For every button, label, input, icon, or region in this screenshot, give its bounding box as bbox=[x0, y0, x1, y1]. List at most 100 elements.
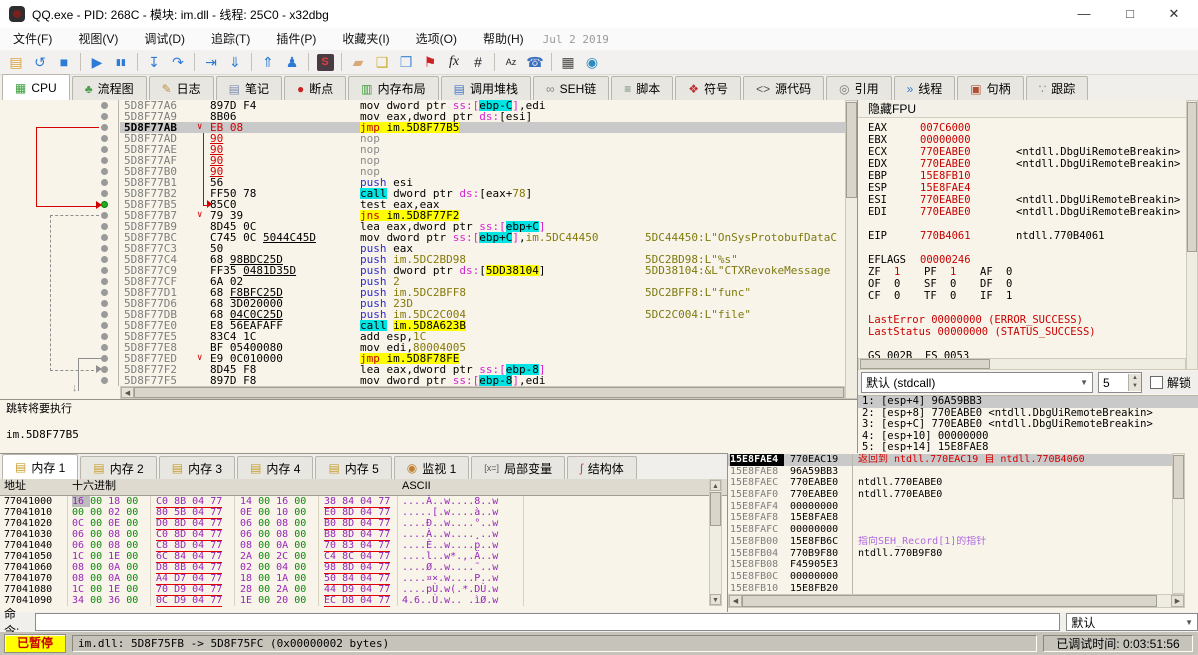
close-button[interactable]: ■ bbox=[52, 52, 76, 73]
tab-dump-5[interactable]: ▤ 内存 5 bbox=[315, 456, 392, 479]
breakpoint-slot-dot[interactable] bbox=[101, 157, 108, 164]
settings-button[interactable]: S bbox=[313, 52, 337, 73]
stack-row[interactable]: 15E8FB0C 00000000 bbox=[728, 571, 1185, 583]
dump-header-ascii[interactable]: ASCII bbox=[402, 479, 431, 495]
stack-row[interactable]: 15E8FB00 15E8FB6C 指向SEH_Record[1]的指针 bbox=[728, 536, 1185, 548]
close-window-button[interactable]: ✕ bbox=[1152, 0, 1196, 28]
functions-button[interactable]: fx bbox=[442, 52, 466, 73]
breakpoint-dot[interactable] bbox=[101, 201, 108, 208]
menu-item-D[interactable]: 调试(D) bbox=[131, 28, 198, 50]
breakpoint-slot-dot[interactable] bbox=[101, 344, 108, 351]
arguments-list[interactable]: 1: [esp+4] 96A59BB3 2: [esp+8] 770EABE0 <… bbox=[858, 395, 1198, 453]
open-file-button[interactable]: ▤ bbox=[4, 52, 28, 73]
tab-handles[interactable]: ▣ 句柄 bbox=[957, 76, 1024, 100]
tab-dump-2[interactable]: ▤ 内存 2 bbox=[80, 456, 157, 479]
breakpoint-slot-dot[interactable] bbox=[101, 289, 108, 296]
scroll-right-button[interactable]: ▶ bbox=[1171, 595, 1184, 607]
register-row[interactable]: EDI 770EABE0 <ntdll.DbgUiRemoteBreakin> bbox=[858, 206, 1184, 218]
breakpoint-slot-dot[interactable] bbox=[101, 135, 108, 142]
registers-hscrollbar[interactable] bbox=[858, 358, 1186, 370]
scroll-left-button[interactable]: ◀ bbox=[121, 387, 134, 398]
register-row[interactable]: EBP 15E8FB10 bbox=[858, 170, 1184, 182]
stack-row[interactable]: 15E8FAFC 00000000 bbox=[728, 524, 1185, 536]
dump-row[interactable]: 77041050 1C 00 1E 00 6C 84 04 77 2A 00 2C 0… bbox=[0, 551, 707, 563]
tab-log[interactable]: ✎ 日志 bbox=[148, 76, 214, 100]
memory-dump-panel[interactable]: 地址 十六进制 ASCII 77041000 16 00 18 00 C0 8B 0… bbox=[0, 479, 727, 612]
stack-vscroll-thumb[interactable] bbox=[1173, 455, 1184, 499]
register-row[interactable]: ESP 15E8FAE4 bbox=[858, 182, 1184, 194]
dump-row[interactable]: 77041000 16 00 18 00 C0 8B 04 77 14 00 16 0… bbox=[0, 496, 707, 508]
stack-row[interactable]: 15E8FAE4 770EAC19 返回到 ntdll.770EAC19 自 ntd… bbox=[728, 454, 1185, 466]
register-row[interactable]: LastStatus 00000000 (STATUS_SUCCESS) bbox=[858, 326, 1184, 338]
tab-locals[interactable]: [x=] 局部变量 bbox=[471, 456, 566, 479]
calling-convention-select[interactable]: 默认 (stdcall) ▼ bbox=[861, 372, 1093, 393]
hide-fpu-button[interactable]: 隐藏FPU bbox=[858, 100, 1198, 118]
step-into-button[interactable]: ↧ bbox=[142, 52, 166, 73]
breakpoint-slot-dot[interactable] bbox=[101, 146, 108, 153]
disasm-vscroll-thumb[interactable] bbox=[846, 102, 857, 198]
arg-count-spinner[interactable]: 5 ▲ ▼ bbox=[1098, 372, 1142, 393]
tab-seh[interactable]: ∞ SEH链 bbox=[533, 76, 610, 100]
stack-panel[interactable]: 15E8FAE4 770EAC19 返回到 ntdll.770EAC19 自 ntd… bbox=[727, 453, 1198, 612]
stack-vscrollbar[interactable] bbox=[1172, 453, 1185, 594]
register-row[interactable]: ZF 1 PF 1 AF 0 bbox=[858, 266, 1184, 278]
register-row[interactable] bbox=[858, 338, 1184, 350]
dump-row[interactable]: 77041040 06 00 08 00 C8 8D 04 77 08 00 0A 0… bbox=[0, 540, 707, 552]
tab-cpu[interactable]: ▦ CPU bbox=[2, 74, 70, 100]
tab-script[interactable]: ≡ 脚本 bbox=[611, 76, 674, 100]
registers-hscroll-thumb[interactable] bbox=[860, 359, 990, 369]
breakpoint-slot-dot[interactable] bbox=[101, 311, 108, 318]
menu-item-O[interactable]: 选项(O) bbox=[403, 28, 470, 50]
step-over-button[interactable]: ↷ bbox=[166, 52, 190, 73]
spinner-arrows-icon[interactable]: ▲ ▼ bbox=[1128, 374, 1141, 391]
tab-dump-1[interactable]: ▤ 内存 1 bbox=[2, 454, 79, 479]
command-input[interactable] bbox=[35, 613, 1061, 631]
tab-dump-3[interactable]: ▤ 内存 3 bbox=[158, 456, 236, 479]
breakpoint-slot-dot[interactable] bbox=[101, 124, 108, 131]
register-row[interactable]: EBX 00000000 bbox=[858, 134, 1184, 146]
argument-row[interactable]: 4: [esp+10] 00000000 bbox=[858, 431, 1198, 443]
registers-vscroll-thumb[interactable] bbox=[1187, 102, 1197, 252]
tab-trace[interactable]: ∵ 跟踪 bbox=[1025, 76, 1089, 100]
dump-vscrollbar[interactable]: ▲ ▼ bbox=[709, 479, 722, 606]
tab-graph[interactable]: ♣ 流程图 bbox=[71, 76, 147, 100]
register-row[interactable]: ESI 770EABE0 <ntdll.DbgUiRemoteBreakin> bbox=[858, 194, 1184, 206]
menu-item-F[interactable]: 文件(F) bbox=[0, 28, 65, 50]
breakpoint-slot-dot[interactable] bbox=[101, 190, 108, 197]
dump-row[interactable]: 77041090 34 00 36 00 0C D9 04 77 1E 00 20 0… bbox=[0, 595, 707, 607]
scroll-left-button[interactable]: ◀ bbox=[729, 595, 742, 607]
argument-row[interactable]: 1: [esp+4] 96A59BB3 bbox=[858, 396, 1198, 408]
breakpoint-slot-dot[interactable] bbox=[101, 212, 108, 219]
scroll-down-button[interactable]: ▼ bbox=[710, 594, 721, 605]
stack-row[interactable]: 15E8FB10 15E8FB20 bbox=[728, 583, 1185, 595]
patches-button[interactable]: ▰ bbox=[346, 52, 370, 73]
register-row[interactable] bbox=[858, 242, 1184, 254]
stack-row[interactable]: 15E8FAF8 15E8FAE8 bbox=[728, 512, 1185, 524]
breakpoint-slot-dot[interactable] bbox=[101, 278, 108, 285]
disasm-row[interactable]: 5D8F77F5 897D F8 mov dword ptr ss:[ebp-8],… bbox=[0, 375, 845, 386]
dump-vscroll-thumb[interactable] bbox=[710, 492, 721, 526]
dump-row[interactable]: 77041080 1C 00 1E 00 70 D9 04 77 28 00 2A 0… bbox=[0, 584, 707, 596]
dump-row[interactable]: 77041060 08 00 0A 00 D8 8B 04 77 02 00 04 0… bbox=[0, 562, 707, 574]
tab-breakpoints[interactable]: ● 断点 bbox=[284, 76, 347, 100]
argument-row[interactable]: 3: [esp+C] 770EABE0 <ntdll.DbgUiRemoteBr… bbox=[858, 419, 1198, 431]
comments-button[interactable]: ❑ bbox=[370, 52, 394, 73]
breakpoint-slot-dot[interactable] bbox=[101, 333, 108, 340]
registers-list[interactable]: EAX 007C6000 EBX 00000000 ECX 770EABE0 <ntdll.… bbox=[858, 122, 1184, 362]
breakpoint-slot-dot[interactable] bbox=[101, 113, 108, 120]
register-row[interactable] bbox=[858, 218, 1184, 230]
command-mode-select[interactable]: 默认 ▼ bbox=[1066, 613, 1198, 631]
tab-watch-1[interactable]: ◉ 监视 1 bbox=[393, 456, 470, 479]
menu-item-T[interactable]: 追踪(T) bbox=[198, 28, 263, 50]
run-to-cursor-button[interactable]: ⇥ bbox=[199, 52, 223, 73]
disasm-hscrollbar[interactable]: ◀ bbox=[120, 386, 845, 399]
breakpoint-slot-dot[interactable] bbox=[101, 102, 108, 109]
tab-call-stack[interactable]: ▤ 调用堆栈 bbox=[440, 76, 531, 100]
tab-symbols[interactable]: ❖ 符号 bbox=[675, 76, 742, 100]
breakpoint-slot-dot[interactable] bbox=[101, 223, 108, 230]
register-row[interactable]: EFLAGS 00000246 bbox=[858, 254, 1184, 266]
stack-row[interactable]: 15E8FAF4 00000000 bbox=[728, 501, 1185, 513]
scroll-up-button[interactable]: ▲ bbox=[710, 480, 721, 491]
register-row[interactable]: OF 0 SF 0 DF 0 bbox=[858, 278, 1184, 290]
tab-dump-4[interactable]: ▤ 内存 4 bbox=[237, 456, 314, 479]
